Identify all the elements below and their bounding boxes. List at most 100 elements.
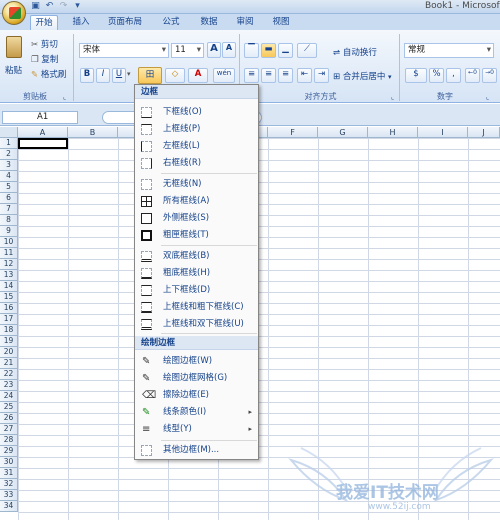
menu-item-border[interactable]: 左框线(L)	[135, 138, 258, 155]
border-button[interactable]: 田	[138, 67, 162, 84]
column-header[interactable]: A	[18, 127, 68, 138]
column-header[interactable]: B	[68, 127, 118, 138]
align-middle-button[interactable]: ▬	[261, 43, 276, 58]
save-icon[interactable]: ▣	[30, 1, 41, 12]
row-header[interactable]: 21	[0, 358, 18, 369]
active-cell[interactable]	[18, 138, 68, 149]
align-bottom-button[interactable]: ▁	[278, 43, 293, 58]
menu-item-border[interactable]: 外侧框线(S)	[135, 210, 258, 227]
increase-decimal-button[interactable]: ←0	[465, 68, 480, 83]
row-header[interactable]: 9	[0, 226, 18, 237]
align-right-button[interactable]: ≡	[278, 68, 293, 83]
office-button[interactable]	[2, 1, 26, 25]
menu-item-draw[interactable]: ≡ 线型(Y) ▸	[135, 421, 258, 438]
row-header[interactable]: 5	[0, 182, 18, 193]
row-header[interactable]: 28	[0, 435, 18, 446]
row-header[interactable]: 23	[0, 380, 18, 391]
row-header[interactable]: 19	[0, 336, 18, 347]
align-left-button[interactable]: ≡	[244, 68, 259, 83]
decrease-decimal-button[interactable]: →0	[482, 68, 497, 83]
orientation-button[interactable]: ⟋	[297, 43, 317, 58]
increase-indent-button[interactable]: ⇥	[314, 68, 329, 83]
format-painter-button[interactable]: ✎ 格式刷	[31, 68, 66, 80]
chevron-down-icon[interactable]: ▾	[197, 44, 201, 57]
tab-data[interactable]: 数据	[198, 15, 220, 30]
qat-customize-icon[interactable]: ▾	[72, 1, 83, 12]
merge-center-button[interactable]: ⊞ 合并后居中 ▾	[333, 70, 392, 82]
row-header[interactable]: 30	[0, 457, 18, 468]
menu-item-draw[interactable]: ✎ 绘图边框(W)	[135, 353, 258, 370]
menu-item-border[interactable]: 上下框线(D)	[135, 282, 258, 299]
font-size-combo[interactable]: 11 ▾	[171, 43, 204, 58]
underline-button[interactable]: U	[112, 68, 126, 83]
menu-item-border[interactable]: 粗匣框线(T)	[135, 227, 258, 244]
comma-button[interactable]: ,	[446, 68, 461, 83]
menu-item-draw[interactable]: ✎ 绘图边框网格(G)	[135, 370, 258, 387]
tab-review[interactable]: 审阅	[234, 15, 256, 30]
menu-item-border[interactable]: 所有框线(A)	[135, 193, 258, 210]
menu-item-border[interactable]: 上框线和双下框线(U)	[135, 316, 258, 333]
row-header[interactable]: 2	[0, 149, 18, 160]
tab-formulas[interactable]: 公式	[160, 15, 182, 30]
grow-font-button[interactable]: A	[207, 42, 221, 58]
row-header[interactable]: 22	[0, 369, 18, 380]
font-name-combo[interactable]: 宋体 ▾	[79, 43, 169, 58]
row-header[interactable]: 29	[0, 446, 18, 457]
phonetic-button[interactable]: wén	[213, 68, 235, 83]
row-header[interactable]: 10	[0, 237, 18, 248]
wrap-text-button[interactable]: ⇌ 自动换行	[333, 46, 377, 58]
row-header[interactable]: 16	[0, 303, 18, 314]
chevron-down-icon[interactable]: ▾	[487, 44, 491, 57]
redo-icon[interactable]: ↷	[58, 1, 69, 12]
column-header[interactable]: F	[268, 127, 318, 138]
menu-item-border[interactable]: 下框线(O)	[135, 104, 258, 121]
currency-button[interactable]: $	[405, 68, 427, 83]
row-header[interactable]: 17	[0, 314, 18, 325]
menu-item-border[interactable]: 粗底框线(H)	[135, 265, 258, 282]
column-header[interactable]: G	[318, 127, 368, 138]
row-header[interactable]: 33	[0, 490, 18, 501]
row-header[interactable]: 13	[0, 270, 18, 281]
fill-color-button[interactable]: ◇	[165, 68, 185, 83]
copy-button[interactable]: ❐ 复制	[31, 53, 58, 65]
row-header[interactable]: 4	[0, 171, 18, 182]
menu-item-more-borders[interactable]: 其他边框(M)...	[135, 442, 258, 459]
column-header[interactable]: J	[468, 127, 500, 138]
row-header[interactable]: 7	[0, 204, 18, 215]
align-top-button[interactable]: ▔	[244, 43, 259, 58]
chevron-down-icon[interactable]: ▾	[127, 70, 131, 78]
font-color-button[interactable]: A	[188, 68, 208, 83]
italic-button[interactable]: I	[96, 68, 110, 83]
row-header[interactable]: 24	[0, 391, 18, 402]
number-format-combo[interactable]: 常规 ▾	[404, 43, 494, 58]
menu-item-border[interactable]: 上框线(P)	[135, 121, 258, 138]
undo-icon[interactable]: ↶	[44, 1, 55, 12]
row-header[interactable]: 31	[0, 468, 18, 479]
tab-view[interactable]: 视图	[270, 15, 292, 30]
menu-item-border[interactable]: 无框线(N)	[135, 176, 258, 193]
shrink-font-button[interactable]: A	[222, 42, 236, 58]
cut-button[interactable]: ✂ 剪切	[31, 38, 58, 50]
chevron-down-icon[interactable]: ▾	[388, 73, 392, 81]
percent-button[interactable]: %	[429, 68, 444, 83]
menu-item-draw[interactable]: ⌫ 擦除边框(E)	[135, 387, 258, 404]
row-header[interactable]: 6	[0, 193, 18, 204]
row-header[interactable]: 34	[0, 501, 18, 512]
align-center-button[interactable]: ≡	[261, 68, 276, 83]
row-header[interactable]: 25	[0, 402, 18, 413]
dialog-launcher-icon[interactable]: ⌞	[391, 93, 394, 101]
paste-button[interactable]: 粘贴	[3, 34, 25, 86]
row-header[interactable]: 15	[0, 292, 18, 303]
row-header[interactable]: 1	[0, 138, 18, 149]
menu-item-border[interactable]: 右框线(R)	[135, 155, 258, 172]
chevron-down-icon[interactable]: ▾	[162, 44, 166, 57]
bold-button[interactable]: B	[80, 68, 94, 83]
tab-page-layout[interactable]: 页面布局	[106, 15, 144, 30]
row-header[interactable]: 27	[0, 424, 18, 435]
row-header[interactable]: 20	[0, 347, 18, 358]
tab-home[interactable]: 开始	[30, 15, 58, 30]
menu-item-border[interactable]: 双底框线(B)	[135, 248, 258, 265]
dialog-launcher-icon[interactable]: ⌞	[486, 93, 489, 101]
row-header[interactable]: 8	[0, 215, 18, 226]
menu-item-draw[interactable]: ✎ 线条颜色(I) ▸	[135, 404, 258, 421]
